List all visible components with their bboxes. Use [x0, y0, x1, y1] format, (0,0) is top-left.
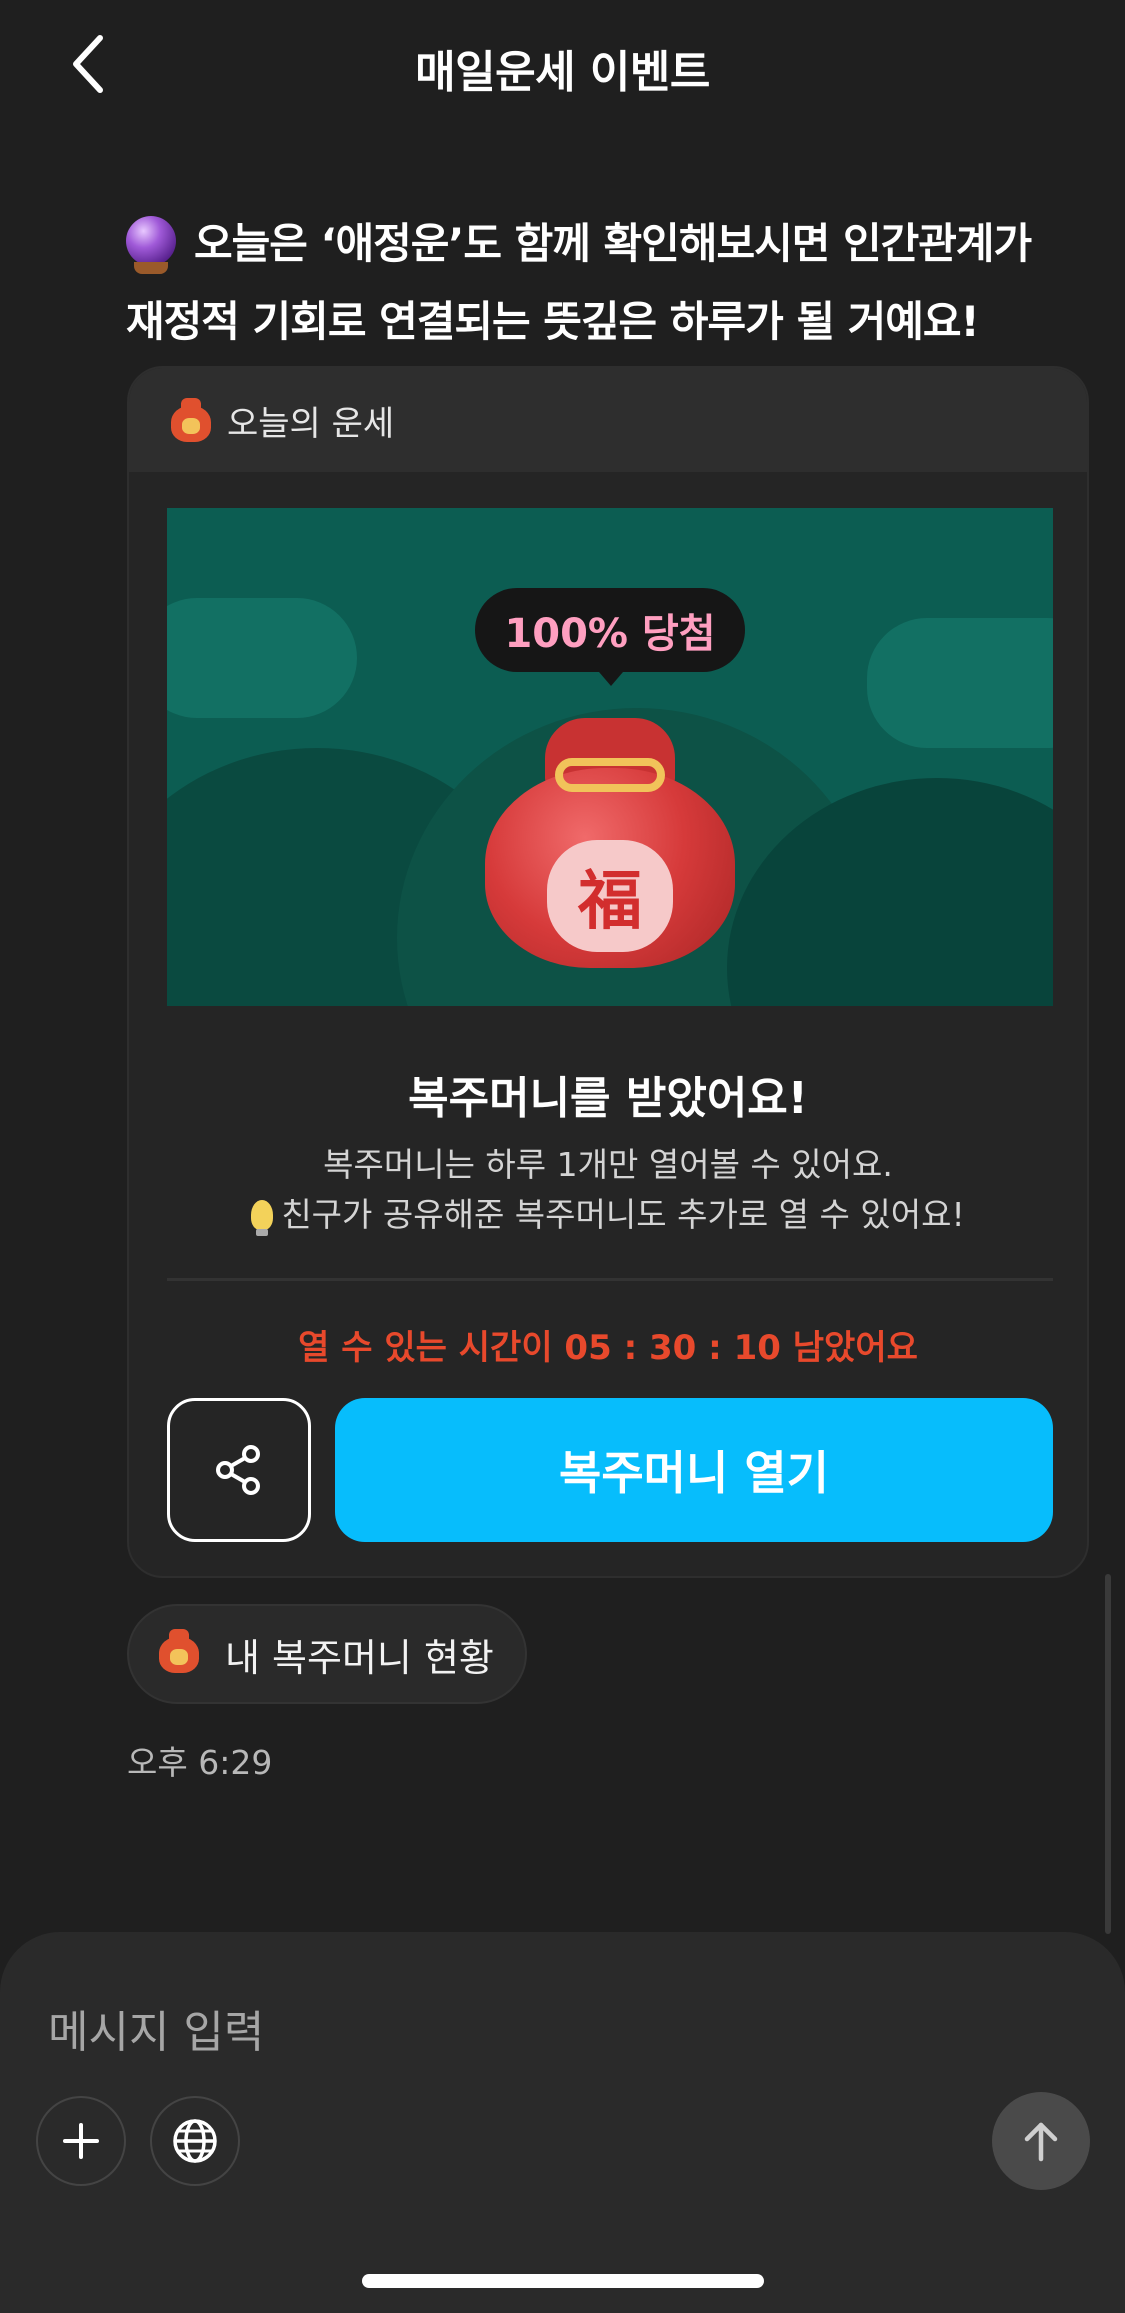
home-indicator[interactable] [362, 2274, 764, 2288]
crystal-ball-icon [126, 216, 176, 274]
lucky-pouch-icon [167, 396, 215, 444]
arrow-up-icon [1024, 2122, 1058, 2162]
header: 매일운세 이벤트 [0, 0, 1125, 130]
countdown-timer: 열 수 있는 시간이 05 : 30 : 10 남았어요 [298, 1328, 918, 1368]
card-description: 복주머니는 하루 1개만 열어볼 수 있어요. 친구가 공유해준 복주머니도 추… [129, 1140, 1087, 1240]
banner-image: 100% 당첨 福 [167, 508, 1053, 1006]
win-badge: 100% 당첨 [475, 588, 745, 686]
lightbulb-icon [251, 1200, 274, 1236]
message-timestamp: 오후 6:29 [127, 1743, 273, 1782]
plus-icon [63, 2123, 99, 2159]
lucky-pouch-icon [155, 1627, 209, 1681]
message-line-1: 오늘은 ‘애정운’도 함께 확인해보시면 인간관계가 [126, 205, 1086, 283]
cloud-shape [167, 598, 357, 718]
send-button[interactable] [992, 2092, 1090, 2190]
fortune-seal: 福 [547, 840, 673, 952]
message-line-2: 재정적 기회로 연결되는 뜻깊은 하루가 될 거예요! [126, 297, 980, 346]
open-pouch-button[interactable]: 복주머니 열기 [335, 1398, 1053, 1542]
message-composer [0, 1932, 1125, 2313]
card-title: 복주머니를 받았어요! [408, 1073, 808, 1124]
description-line-1: 복주머니는 하루 1개만 열어볼 수 있어요. [323, 1145, 893, 1184]
description-line-2: 친구가 공유해준 복주머니도 추가로 열 수 있어요! [129, 1190, 1087, 1240]
message-input[interactable] [48, 1992, 948, 2072]
lucky-pouch-illustration: 福 [485, 718, 735, 968]
cloud-shape [867, 618, 1053, 748]
screen: 매일운세 이벤트 오늘은 ‘애정운’도 함께 확인해보시면 인간관계가 재정적 … [0, 0, 1125, 2313]
add-button[interactable] [36, 2096, 126, 2186]
page-title: 매일운세 이벤트 [415, 47, 710, 98]
web-search-button[interactable] [150, 2096, 240, 2186]
fortune-card: 오늘의 운세 100% 당첨 福 복주머니를 받았어요! 복주머니는 하루 1개… [127, 366, 1089, 1578]
card-header-label: 오늘의 운세 [227, 403, 395, 444]
pouch-status-button[interactable]: 내 복주머니 현황 [127, 1604, 527, 1704]
share-button[interactable] [167, 1398, 311, 1542]
divider [167, 1278, 1053, 1281]
scrollbar[interactable] [1105, 1574, 1111, 1934]
pouch-status-label: 내 복주머니 현황 [225, 1635, 494, 1680]
assistant-message: 오늘은 ‘애정운’도 함께 확인해보시면 인간관계가 재정적 기회로 연결되는 … [126, 205, 1086, 361]
globe-icon [173, 2119, 217, 2163]
card-header: 오늘의 운세 [129, 368, 1087, 472]
share-icon [216, 1445, 260, 1495]
